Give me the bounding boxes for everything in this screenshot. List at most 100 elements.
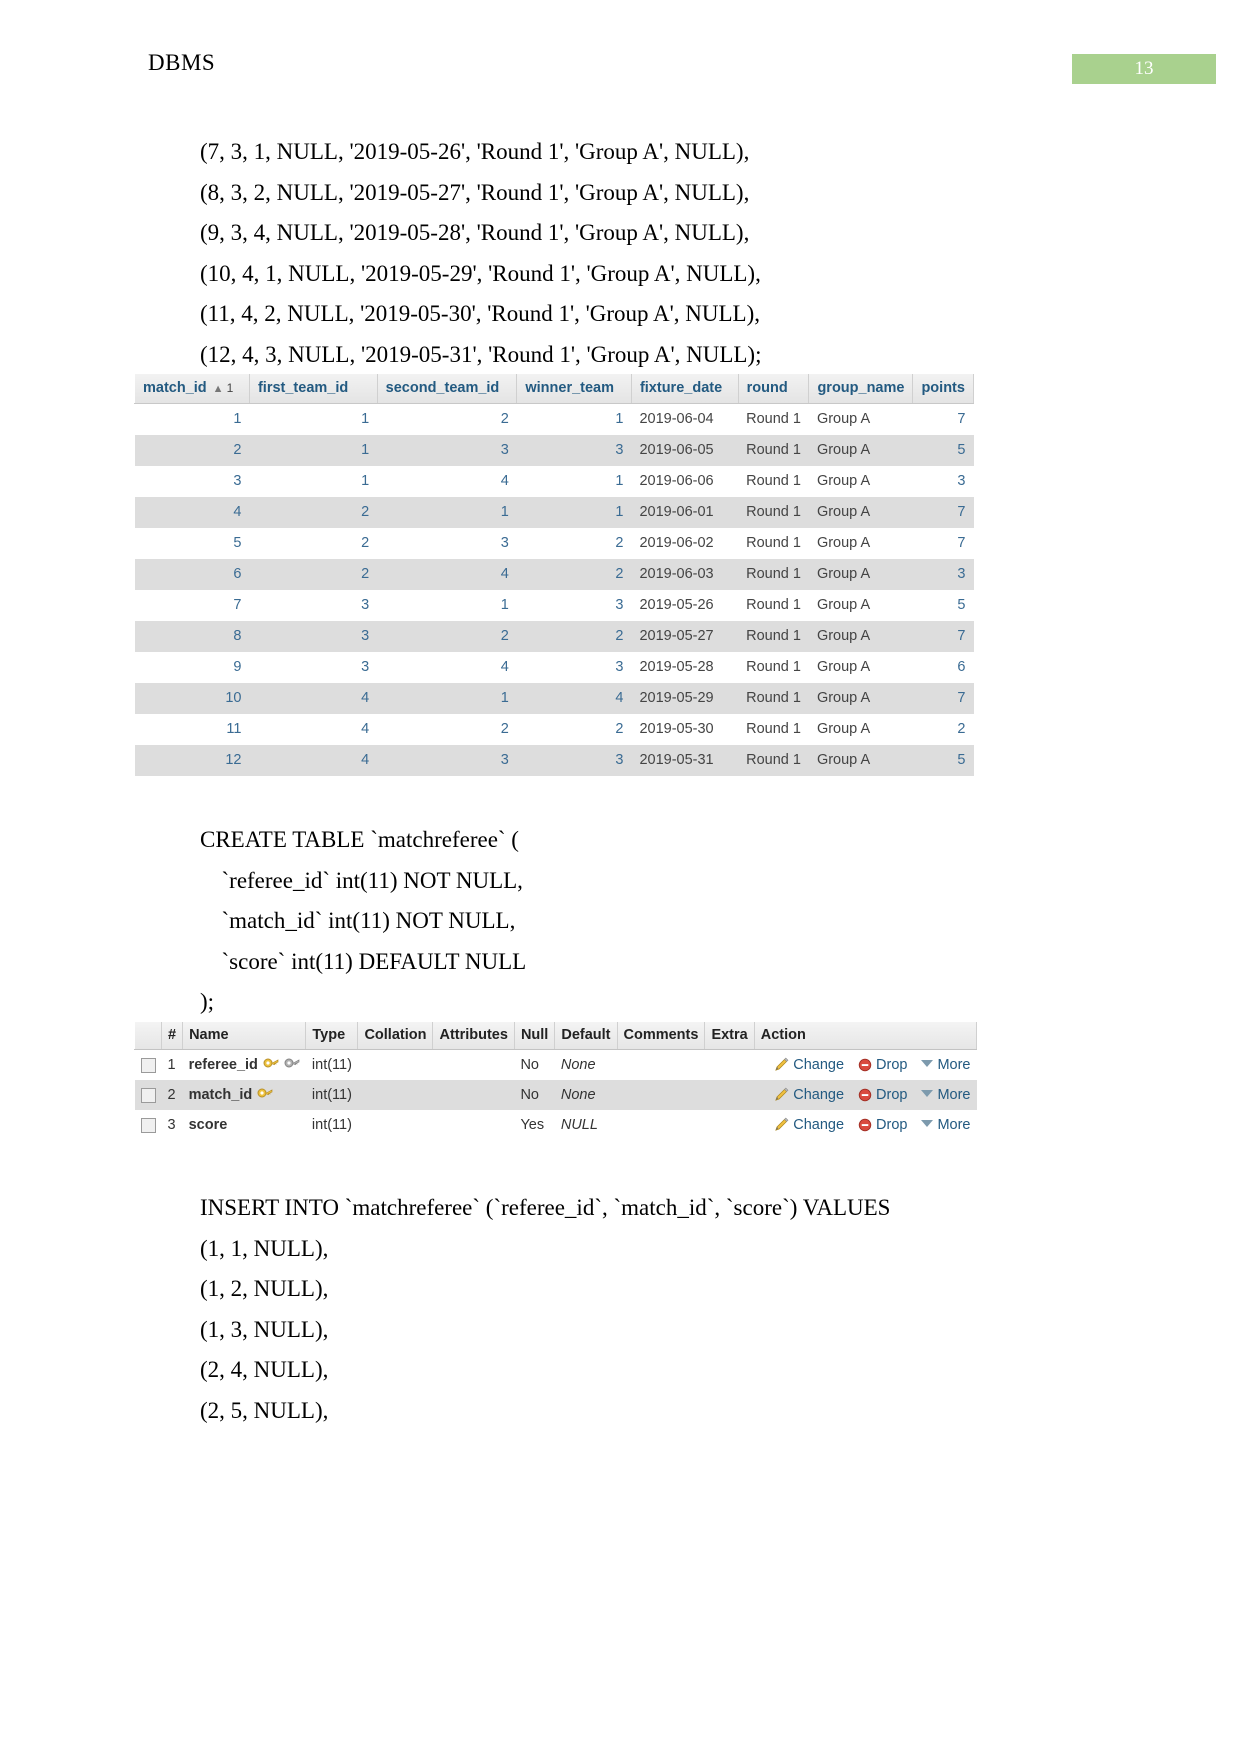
table-row[interactable]: 2 1 3 3 2019-06-05 Round 1 Group A 5 <box>134 435 974 466</box>
cell-points: 5 <box>957 442 966 458</box>
cell-default: NULL <box>560 1117 598 1133</box>
cell-second-team-id: 3 <box>500 752 509 768</box>
cell-first-team-id: 1 <box>361 442 370 458</box>
cell-first-team-id: 1 <box>361 473 370 489</box>
matches-table-body: 1 1 2 1 2019-06-04 Round 1 Group A 7 2 1 3 3 2019-06… <box>134 403 974 776</box>
sql-line: (1, 1, NULL), <box>200 1235 329 1261</box>
column-header-first-team-id[interactable]: first_team_id <box>248 374 378 404</box>
cell-fixture-date: 2019-06-05 <box>639 442 714 458</box>
column-header-action: Action <box>753 1022 978 1050</box>
table-row[interactable]: 9 3 4 3 2019-05-28 Round 1 Group A 6 <box>134 652 974 683</box>
table-row[interactable]: 4 2 1 1 2019-06-01 Round 1 Group A 7 <box>134 497 974 528</box>
more-link[interactable]: More <box>921 1057 971 1073</box>
sql-line: `match_id` int(11) NOT NULL, <box>210 908 516 933</box>
cell-fixture-date: 2019-05-30 <box>639 721 714 737</box>
cell-fixture-date: 2019-05-29 <box>639 690 714 706</box>
change-link[interactable]: Change <box>774 1117 844 1133</box>
table-row[interactable]: 1 1 2 1 2019-06-04 Round 1 Group A 7 <box>134 403 974 435</box>
table-row[interactable]: 6 2 4 2 2019-06-03 Round 1 Group A 3 <box>134 559 974 590</box>
cell-extra <box>705 1080 754 1110</box>
cell-match-id: 3 <box>233 473 242 489</box>
cell-winner-team: 3 <box>615 752 624 768</box>
cell-winner-team: 2 <box>615 721 624 737</box>
cell-collation <box>358 1080 433 1110</box>
column-header-name: Name <box>182 1022 307 1050</box>
cell-second-team-id: 1 <box>500 597 509 613</box>
cell-type: int(11) <box>311 1057 352 1073</box>
cell-match-id: 7 <box>233 597 242 613</box>
cell-group-name: Group A <box>816 659 871 675</box>
cell-round: Round 1 <box>746 504 801 520</box>
column-header-group-name[interactable]: group_name <box>808 374 914 404</box>
cell-group-name: Group A <box>816 566 871 582</box>
table-row[interactable]: 11 4 2 2 2019-05-30 Round 1 Group A 2 <box>134 714 974 745</box>
checkbox-icon[interactable] <box>140 1117 156 1133</box>
cell-first-team-id: 2 <box>361 535 370 551</box>
column-header-points[interactable]: points <box>912 374 974 404</box>
table-row[interactable]: 3 1 4 1 2019-06-06 Round 1 Group A 3 <box>134 466 974 497</box>
column-header-round[interactable]: round <box>737 374 810 404</box>
cell-group-name: Group A <box>816 628 871 644</box>
change-link[interactable]: Change <box>774 1087 844 1103</box>
cell-group-name: Group A <box>816 690 871 706</box>
column-name-label: score <box>188 1117 228 1133</box>
cell-action: Change Drop More <box>754 1080 976 1110</box>
checkbox-icon[interactable] <box>140 1057 156 1073</box>
cell-fixture-date: 2019-05-26 <box>639 597 714 613</box>
cell-attributes <box>433 1080 514 1110</box>
cell-default: None <box>560 1057 596 1073</box>
drop-link[interactable]: Drop <box>858 1117 907 1133</box>
cell-winner-team: 2 <box>615 535 624 551</box>
cell-second-team-id: 3 <box>500 442 509 458</box>
drop-link[interactable]: Drop <box>858 1057 907 1073</box>
table-row[interactable]: 7 3 1 3 2019-05-26 Round 1 Group A 5 <box>134 590 974 621</box>
sql-line: (11, 4, 2, NULL, '2019-05-30', 'Round 1'… <box>200 301 760 326</box>
table-row[interactable]: 12 4 3 3 2019-05-31 Round 1 Group A 5 <box>134 745 974 776</box>
sql-line: `score` int(11) DEFAULT NULL <box>210 948 527 974</box>
more-link[interactable]: More <box>921 1117 971 1133</box>
table-row[interactable]: 5 2 3 2 2019-06-02 Round 1 Group A 7 <box>134 528 974 559</box>
cell-attributes <box>433 1110 514 1140</box>
row-checkbox[interactable] <box>135 1080 162 1110</box>
column-header-second-team-id[interactable]: second_team_id <box>376 374 518 404</box>
change-link[interactable]: Change <box>774 1057 844 1073</box>
checkbox-icon[interactable] <box>140 1087 156 1103</box>
cell-index: 2 <box>167 1087 176 1103</box>
cell-round: Round 1 <box>746 752 801 768</box>
table-row[interactable]: 1 referee_id int(11) No None Change Drop More <box>134 1049 977 1081</box>
cell-default: None <box>560 1087 596 1103</box>
cell-points: 7 <box>957 535 966 551</box>
drop-link[interactable]: Drop <box>858 1087 907 1103</box>
row-checkbox[interactable] <box>135 1050 162 1081</box>
table-row[interactable]: 3 score int(11) Yes NULL Change Drop More <box>134 1110 977 1140</box>
sql-create-table-block: CREATE TABLE `matchreferee` ( `referee_i… <box>200 820 1100 1023</box>
sql-line: ); <box>200 989 215 1014</box>
cell-match-id: 8 <box>233 628 242 644</box>
sort-ascending-icon[interactable]: ▲ <box>207 383 224 395</box>
cell-group-name: Group A <box>816 411 871 427</box>
cell-group-name: Group A <box>816 504 871 520</box>
column-header-match-id[interactable]: match_id ▲ 1 <box>134 374 250 404</box>
table-row[interactable]: 2 match_id int(11) No None Change Drop More <box>134 1080 977 1110</box>
cell-index: 1 <box>167 1057 176 1073</box>
column-header-fixture-date[interactable]: fixture_date <box>630 374 739 404</box>
table-row[interactable]: 10 4 1 4 2019-05-29 Round 1 Group A 7 <box>134 683 974 714</box>
primary-key-icon <box>257 1087 273 1101</box>
sql-line: (12, 4, 3, NULL, '2019-05-31', 'Round 1'… <box>200 341 762 367</box>
cell-column-name: match_id <box>183 1080 306 1110</box>
index-key-icon <box>284 1057 300 1071</box>
cell-null: Yes <box>520 1117 545 1133</box>
row-checkbox[interactable] <box>135 1110 162 1140</box>
cell-comments <box>617 1080 705 1110</box>
table-row[interactable]: 8 3 2 2 2019-05-27 Round 1 Group A 7 <box>134 621 974 652</box>
cell-points: 7 <box>957 690 966 706</box>
column-header-winner-team[interactable]: winner_team <box>516 374 632 404</box>
cell-collation <box>358 1110 433 1140</box>
cell-winner-team: 2 <box>615 628 624 644</box>
cell-fixture-date: 2019-05-31 <box>639 752 714 768</box>
cell-first-team-id: 3 <box>361 597 370 613</box>
cell-round: Round 1 <box>746 628 801 644</box>
cell-second-team-id: 2 <box>500 628 509 644</box>
column-header-select-all[interactable] <box>134 1022 162 1050</box>
more-link[interactable]: More <box>921 1087 971 1103</box>
